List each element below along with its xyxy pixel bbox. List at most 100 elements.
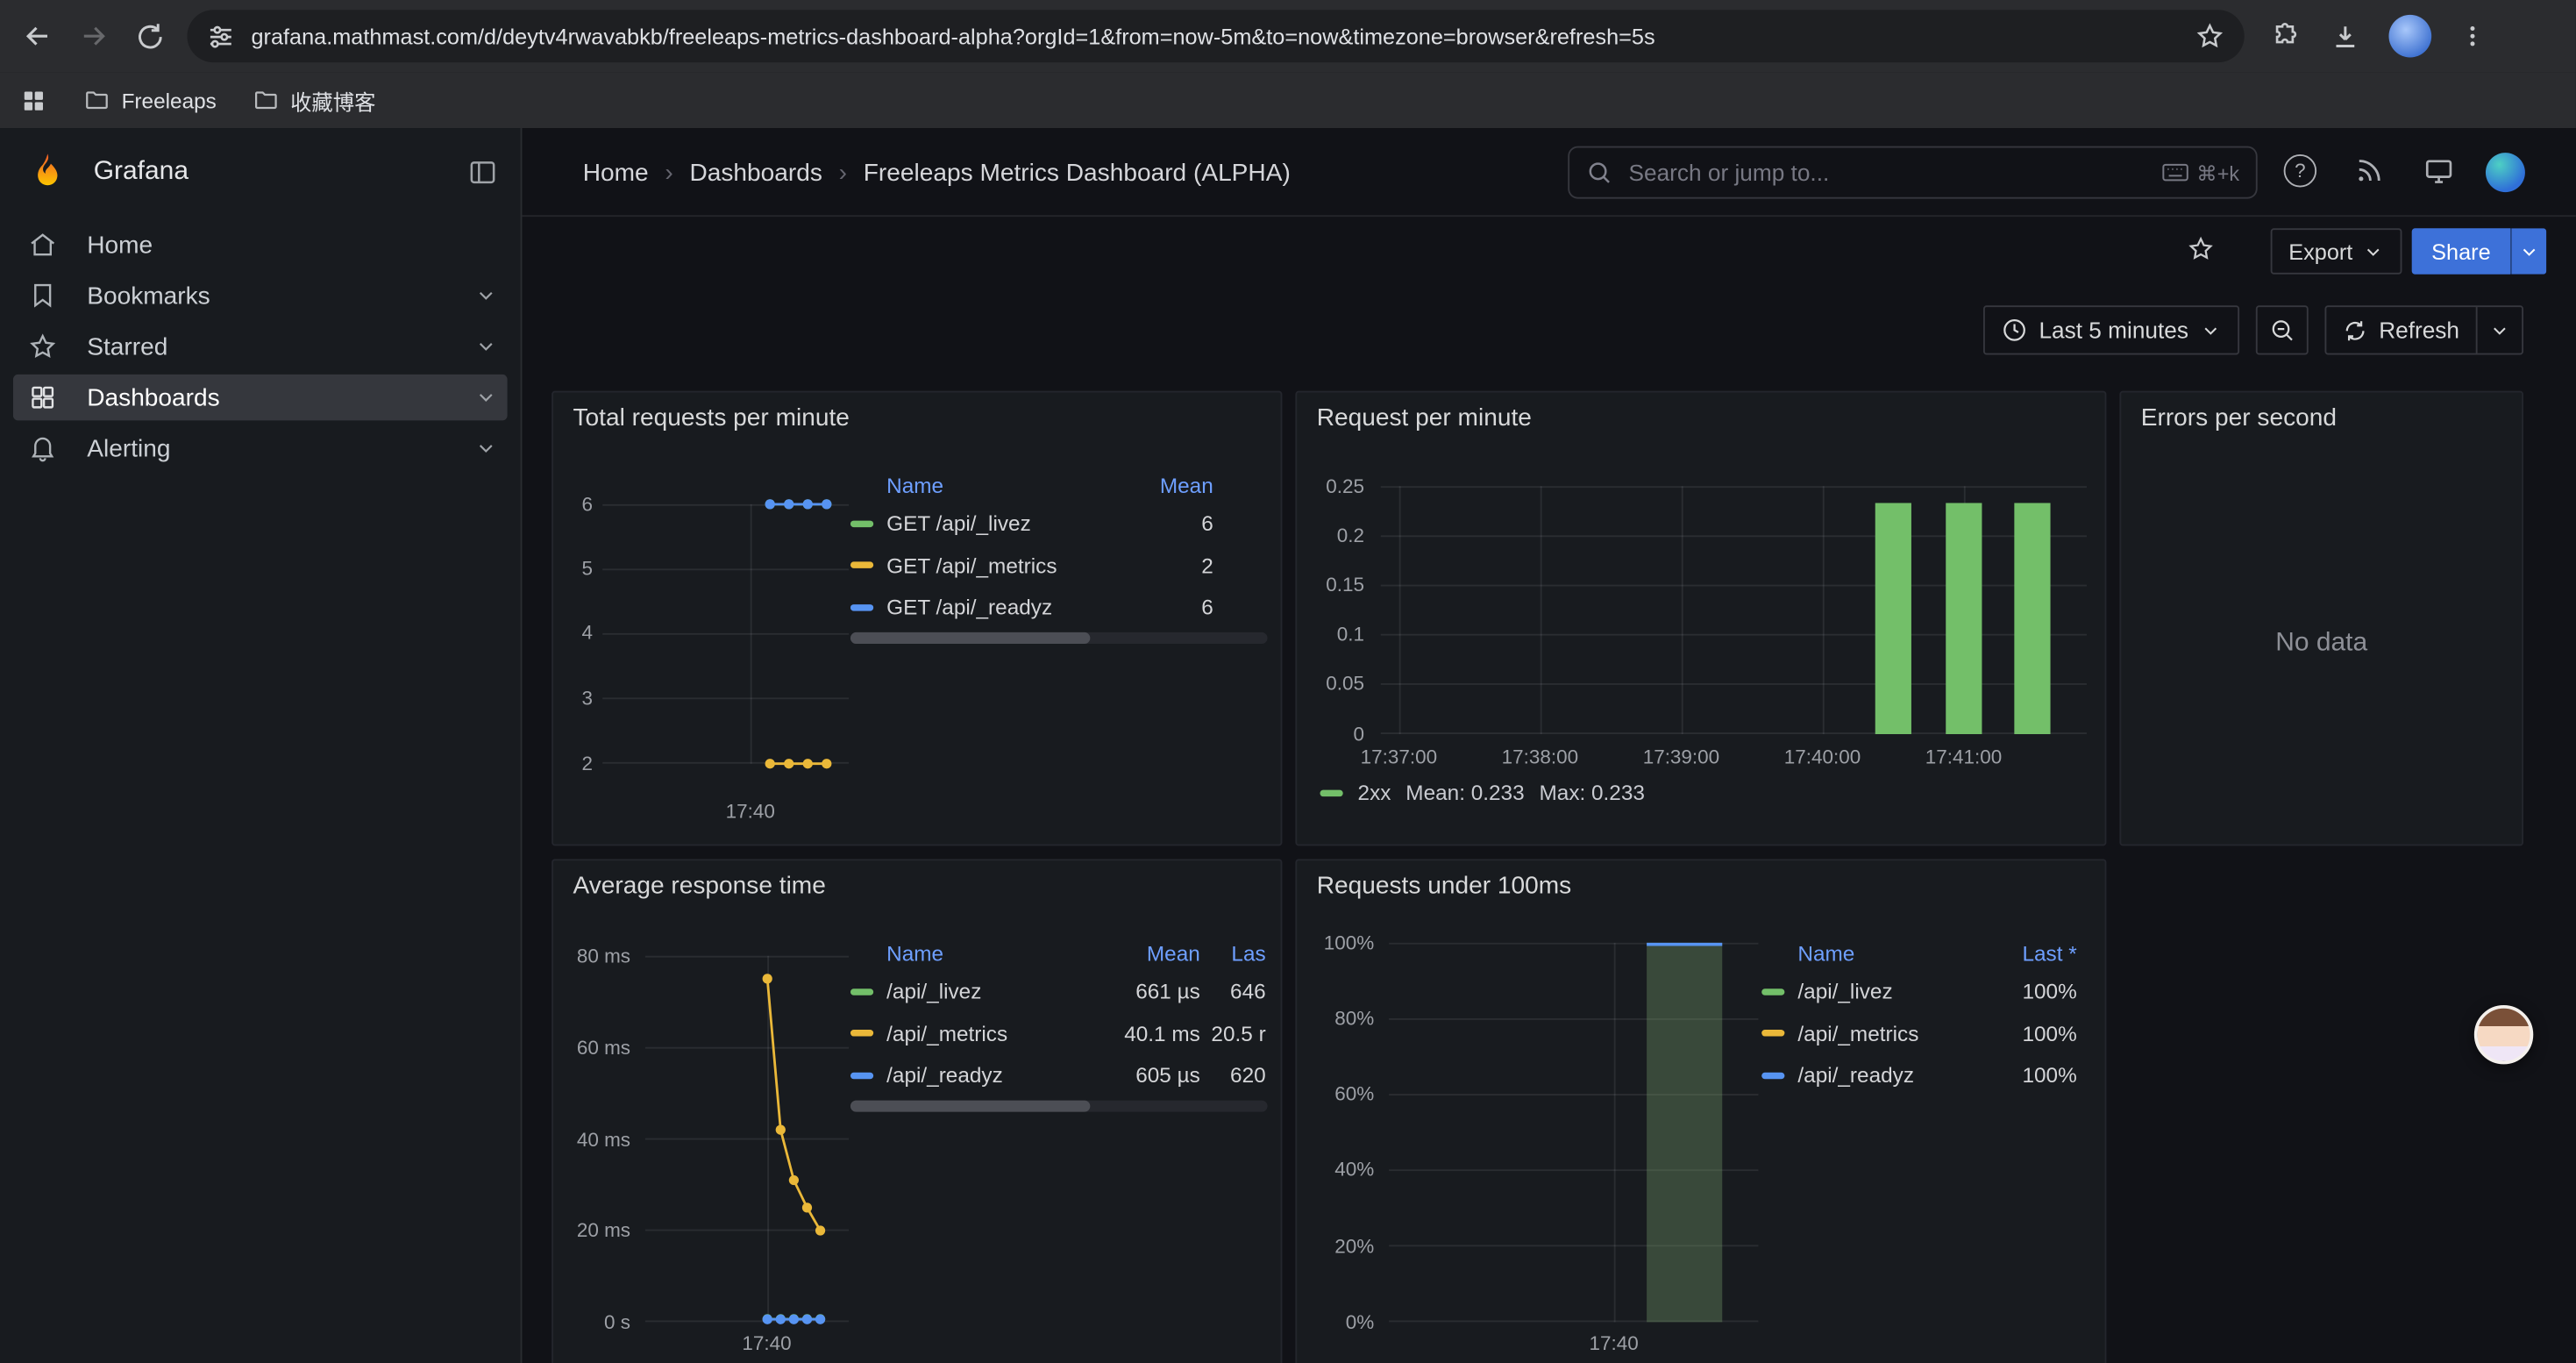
zoom-out-icon	[2269, 317, 2295, 343]
profile-avatar[interactable]	[2388, 15, 2431, 58]
breadcrumb-home[interactable]: Home	[583, 159, 649, 187]
chevron-down-icon	[2489, 319, 2510, 340]
kiosk-monitor-icon[interactable]	[2423, 156, 2455, 188]
panel-title[interactable]: Request per minute	[1317, 404, 1532, 432]
sidebar-item-alerting[interactable]: Alerting	[13, 425, 508, 471]
breadcrumb-dashboards[interactable]: Dashboards	[689, 159, 822, 187]
legend-scrollbar[interactable]	[850, 1101, 1268, 1112]
sidebar-item-home[interactable]: Home	[13, 222, 508, 268]
panel-title[interactable]: Average response time	[573, 872, 826, 900]
scrollbar-thumb[interactable]	[850, 632, 1090, 644]
main-content: Home › Dashboards › Freeleaps Metrics Da…	[522, 128, 2575, 1363]
reload-icon[interactable]	[122, 8, 178, 64]
bookmark-label: Freeleaps	[122, 88, 217, 112]
favorite-star-icon[interactable]	[2187, 235, 2215, 263]
zoom-out-button[interactable]	[2256, 305, 2309, 354]
panel-title[interactable]: Total requests per minute	[573, 404, 850, 432]
y-tick: 2	[553, 753, 593, 775]
line-chart[interactable]	[602, 504, 849, 764]
legend-row[interactable]: /api/_metrics 40.1 ms 20.5 r	[850, 1012, 1268, 1054]
back-icon[interactable]	[10, 8, 66, 64]
menu-kebab-icon[interactable]	[2459, 23, 2486, 49]
forward-icon[interactable]	[66, 8, 122, 64]
panel-title[interactable]: Errors per second	[2141, 404, 2337, 432]
legend-header-mean[interactable]: Mean	[1110, 940, 1200, 965]
sidebar-item-label: Starred	[87, 332, 167, 360]
time-range-picker[interactable]: Last 5 minutes	[1983, 305, 2239, 354]
search-icon	[1586, 160, 1612, 186]
sidebar-item-starred[interactable]: Starred	[13, 324, 508, 369]
share-dropdown-icon[interactable]	[2510, 228, 2546, 274]
legend-row[interactable]: GET /api/_readyz 6	[850, 586, 1268, 628]
legend-row[interactable]: /api/_livez 661 µs 646	[850, 971, 1268, 1013]
chat-widget-avatar[interactable]	[2474, 1005, 2533, 1064]
apps-grid-icon[interactable]	[19, 86, 47, 114]
legend-row[interactable]: GET /api/_livez 6	[850, 503, 1268, 545]
legend-header-name[interactable]: Name	[886, 940, 1110, 965]
y-tick: 3	[553, 687, 593, 710]
bookmark-item[interactable]: Freeleaps	[83, 87, 216, 113]
refresh-button-group: Refresh	[2324, 305, 2523, 354]
panel-errors-per-second: Errors per second No data	[2119, 391, 2523, 846]
export-button[interactable]: Export	[2271, 228, 2402, 274]
url-text[interactable]: grafana.mathmast.com/d/deytv4rwavabkb/fr…	[251, 24, 2195, 48]
series-max: Max: 0.233	[1539, 780, 1644, 804]
bookmark-label: 收藏博客	[290, 84, 375, 116]
search-box[interactable]: ⌘+k	[1568, 146, 2257, 199]
chevron-down-icon[interactable]	[474, 386, 497, 409]
sidebar-item-label: Bookmarks	[87, 282, 210, 310]
news-rss-icon[interactable]	[2354, 156, 2384, 186]
y-tick: 60%	[1297, 1082, 1374, 1105]
legend-row[interactable]: 2xx Mean: 0.233 Max: 0.233	[1320, 780, 1644, 804]
legend-row[interactable]: /api/_readyz 100%	[1761, 1054, 2077, 1096]
share-button[interactable]: Share	[2412, 228, 2510, 274]
y-tick: 60 ms	[553, 1037, 630, 1060]
sidebar-item-bookmarks[interactable]: Bookmarks	[13, 273, 508, 318]
refresh-button[interactable]: Refresh	[2326, 307, 2475, 353]
legend-header-last[interactable]: Last *	[1978, 940, 2076, 965]
sidebar-item-dashboards[interactable]: Dashboards	[13, 375, 508, 420]
x-tick: 17:40:00	[1757, 746, 1889, 768]
bookmark-star-icon[interactable]	[2195, 21, 2225, 51]
bar-chart[interactable]	[1381, 486, 2087, 734]
legend-row[interactable]: /api/_readyz 605 µs 620	[850, 1054, 1268, 1096]
sidebar-toggle-icon[interactable]	[468, 158, 498, 188]
search-input[interactable]	[1626, 158, 2162, 188]
series-label: 2xx	[1358, 780, 1391, 804]
extensions-icon[interactable]	[2271, 20, 2302, 52]
breadcrumb-separator: ›	[665, 159, 672, 187]
legend-row[interactable]: GET /api/_metrics 2	[850, 545, 1268, 587]
legend-row[interactable]: /api/_metrics 100%	[1761, 1012, 2077, 1054]
bookmark-item[interactable]: 收藏博客	[253, 84, 375, 116]
chevron-down-icon[interactable]	[474, 284, 497, 307]
site-settings-icon[interactable]	[207, 22, 235, 50]
y-tick: 0.1	[1297, 623, 1364, 646]
legend-row[interactable]: /api/_livez 100%	[1761, 971, 2077, 1013]
chevron-down-icon[interactable]	[474, 335, 497, 358]
legend-header-mean[interactable]: Mean	[1154, 472, 1213, 496]
help-icon[interactable]: ?	[2284, 154, 2316, 187]
grafana-logo[interactable]	[26, 151, 69, 194]
legend-header-name[interactable]: Name	[886, 472, 1154, 496]
downloads-icon[interactable]	[2330, 20, 2361, 52]
panel-title[interactable]: Requests under 100ms	[1317, 872, 1571, 900]
chevron-down-icon[interactable]	[474, 437, 497, 460]
series-color-dash	[850, 562, 873, 568]
bar-chart[interactable]	[1389, 943, 1758, 1323]
chevron-down-icon	[2363, 240, 2384, 261]
line-chart[interactable]	[645, 956, 849, 1323]
bookmark-icon	[28, 281, 58, 310]
panel-request-per-minute: Request per minute 0.25 0.2 0.15 0.1 0.0…	[1295, 391, 2106, 846]
x-tick: 17:40	[701, 800, 800, 823]
time-range-label: Last 5 minutes	[2039, 317, 2188, 343]
legend-header-name[interactable]: Name	[1797, 940, 1978, 965]
address-bar[interactable]: grafana.mathmast.com/d/deytv4rwavabkb/fr…	[187, 10, 2244, 62]
scrollbar-thumb[interactable]	[850, 1101, 1090, 1112]
series-color-dash	[850, 1072, 873, 1078]
legend-scrollbar[interactable]	[850, 632, 1268, 644]
user-avatar[interactable]	[2486, 153, 2525, 192]
refresh-interval-dropdown[interactable]	[2476, 307, 2522, 353]
legend-header-last[interactable]: Las	[1200, 940, 1266, 965]
y-tick: 80%	[1297, 1007, 1374, 1030]
series-mean: Mean: 0.233	[1405, 780, 1524, 804]
